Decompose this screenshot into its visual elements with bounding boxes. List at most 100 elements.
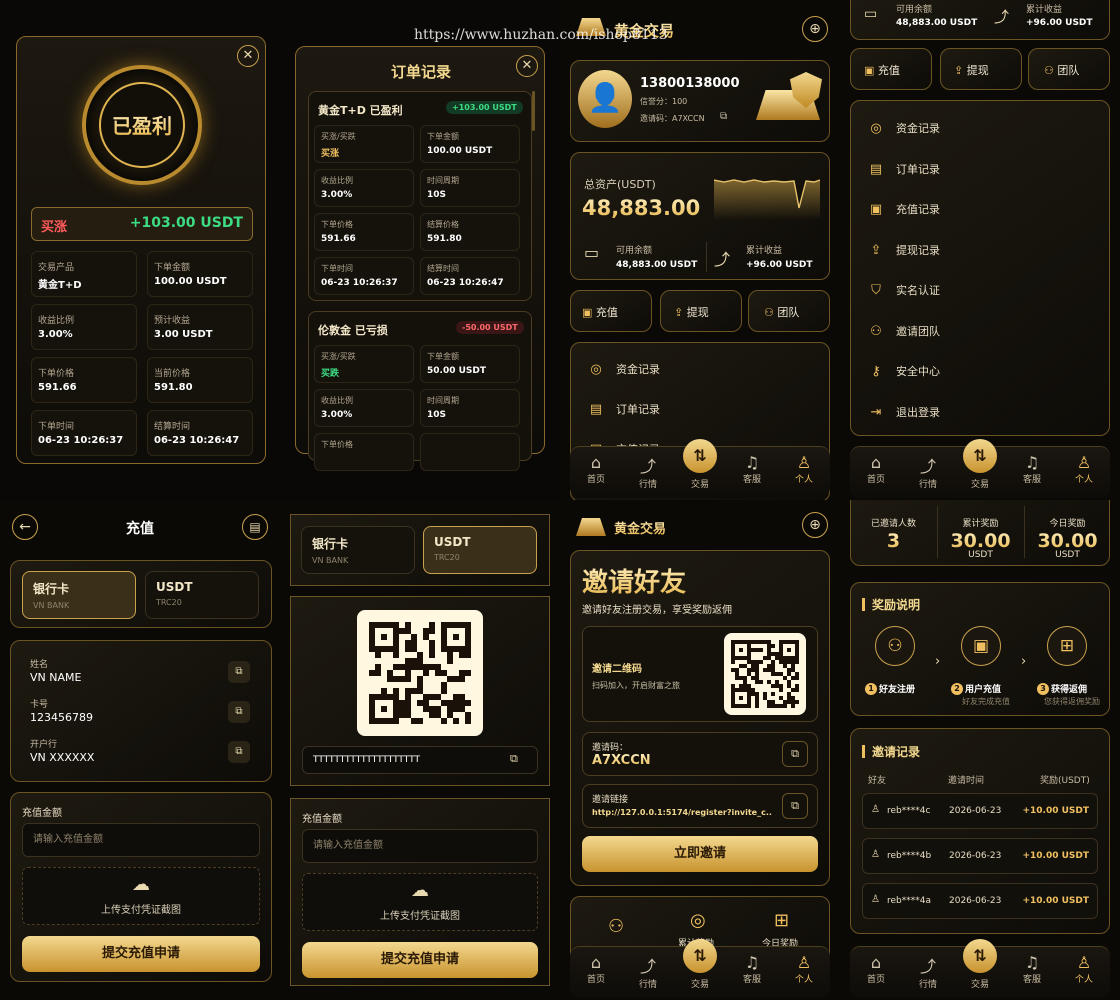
tab-service[interactable]: ♫ 客服 bbox=[732, 953, 772, 985]
copy-icon[interactable]: ⧉ bbox=[510, 752, 518, 766]
brand-logo bbox=[576, 518, 606, 536]
menu-item-2[interactable]: ▣ 充值记录 bbox=[866, 201, 940, 217]
headset-icon: ♫ bbox=[744, 953, 760, 972]
step-number: 3 bbox=[1037, 683, 1049, 695]
withdraw-label: ⇪ 提现 bbox=[954, 62, 989, 78]
gift-icon: ⊞ bbox=[1047, 626, 1087, 666]
tab-home[interactable]: ⌂ 首页 bbox=[576, 453, 616, 485]
cell-value: 50.00 USDT bbox=[427, 366, 487, 376]
tab-trade[interactable]: 交易 bbox=[960, 977, 1000, 990]
address-field[interactable]: TTTTTTTTTTTTTTTTTTTT bbox=[302, 746, 538, 774]
trade-swap-icon[interactable]: ⇅ bbox=[683, 439, 717, 473]
tab-profile[interactable]: ♙ 个人 bbox=[784, 453, 824, 485]
menu-fund-records[interactable]: ◎ 资金记录 bbox=[586, 361, 660, 377]
tab-home[interactable]: ⌂ 首页 bbox=[576, 953, 616, 985]
method-usdt[interactable]: USDT TRC20 bbox=[423, 526, 537, 574]
cell-value: 3.00% bbox=[321, 190, 353, 200]
tab-profile[interactable]: ♙ 个人 bbox=[784, 953, 824, 985]
amount-input[interactable]: 请输入充值金额 bbox=[302, 829, 538, 863]
order-cell: 下单金额 100.00 USDT bbox=[420, 125, 520, 163]
method-label: USDT bbox=[156, 580, 193, 594]
menu-item-7[interactable]: ⇥ 退出登录 bbox=[866, 404, 940, 420]
submit-button[interactable]: 提交充值申请 bbox=[302, 942, 538, 978]
clipboard-icon: ▤ bbox=[869, 161, 883, 177]
records-icon[interactable]: ▤ bbox=[242, 514, 268, 540]
users-icon: ⚇ bbox=[870, 323, 882, 339]
cell-value: 10S bbox=[427, 410, 447, 420]
cell-key: 交易产品 bbox=[38, 263, 75, 273]
scrollbar[interactable] bbox=[532, 91, 535, 131]
credit-score: 信誉分：100 bbox=[640, 97, 688, 106]
name-key: 姓名 bbox=[30, 660, 49, 670]
copy-icon[interactable]: ⧉ bbox=[782, 793, 808, 819]
copy-icon[interactable]: ⧉ bbox=[228, 741, 250, 763]
trade-swap-icon[interactable]: ⇅ bbox=[963, 439, 997, 473]
method-bank[interactable]: 银行卡 VN BANK bbox=[301, 526, 415, 574]
globe-icon[interactable]: ⊕ bbox=[802, 512, 828, 538]
invite-now-button[interactable]: 立即邀请 bbox=[582, 836, 818, 872]
order-cell: 结算时间 06-23 10:26:47 bbox=[420, 257, 520, 295]
tab-label: 首页 bbox=[586, 475, 605, 485]
menu-item-5[interactable]: ⚇ 邀请团队 bbox=[866, 323, 940, 339]
menu-label: 提现记录 bbox=[896, 243, 940, 257]
tab-trade[interactable]: 交易 bbox=[680, 977, 720, 990]
menu-label: 资金记录 bbox=[616, 363, 660, 376]
tab-market[interactable]: ⤴ 行情 bbox=[908, 453, 948, 490]
tab-market[interactable]: ⤴ 行情 bbox=[628, 453, 668, 490]
recharge-label: ▣ 充值 bbox=[864, 62, 900, 78]
order-cell: 买涨/买跌 买涨 bbox=[314, 125, 414, 163]
trade-swap-icon[interactable]: ⇅ bbox=[963, 939, 997, 973]
tab-profile[interactable]: ♙ 个人 bbox=[1064, 953, 1104, 985]
copy-icon[interactable]: ⧉ bbox=[228, 661, 250, 683]
method-usdt[interactable]: USDT TRC20 bbox=[145, 571, 259, 619]
cell-value: 591.66 bbox=[321, 234, 356, 244]
upload-area[interactable]: ☁ 上传支付凭证截图 bbox=[302, 873, 538, 931]
copy-icon[interactable]: ⧉ bbox=[782, 741, 808, 767]
tab-service[interactable]: ♫ 客服 bbox=[1012, 953, 1052, 985]
method-bank[interactable]: 银行卡 VN BANK bbox=[22, 571, 136, 619]
globe-icon[interactable]: ⊕ bbox=[802, 16, 828, 42]
amount-input[interactable]: 请输入充值金额 bbox=[22, 823, 260, 857]
user-icon: ♙ bbox=[796, 953, 812, 972]
tab-profile[interactable]: ♙ 个人 bbox=[1064, 453, 1104, 485]
total-assets-value: 48,883.00 bbox=[582, 196, 701, 220]
record-reward: +10.00 USDT bbox=[1022, 806, 1089, 816]
menu-item-1[interactable]: ▤ 订单记录 bbox=[866, 161, 940, 177]
copy-icon[interactable]: ⧉ bbox=[228, 701, 250, 723]
cell-value: 黄金T+D bbox=[38, 280, 82, 291]
section-marker bbox=[862, 745, 865, 758]
step-number: 1 bbox=[865, 683, 877, 695]
close-icon[interactable]: ✕ bbox=[516, 55, 538, 77]
recharge-label: ▣ 充值 bbox=[582, 304, 618, 320]
menu-item-0[interactable]: ◎ 资金记录 bbox=[866, 120, 940, 136]
order-1-name: 黄金T+D 已盈利 bbox=[318, 104, 403, 117]
record-reward: +10.00 USDT bbox=[1022, 851, 1089, 861]
menu-item-4[interactable]: ⛉ 实名认证 bbox=[866, 282, 940, 298]
tab-label: 行情 bbox=[918, 480, 937, 490]
tab-market[interactable]: ⤴ 行情 bbox=[908, 953, 948, 990]
menu-item-3[interactable]: ⇪ 提现记录 bbox=[866, 242, 940, 258]
submit-button[interactable]: 提交充值申请 bbox=[22, 936, 260, 972]
step-sub: 好友完成充值 bbox=[962, 697, 1010, 706]
tab-home[interactable]: ⌂ 首页 bbox=[856, 453, 896, 485]
tab-trade[interactable]: 交易 bbox=[960, 477, 1000, 490]
tab-market[interactable]: ⤴ 行情 bbox=[628, 953, 668, 990]
tab-label: 首页 bbox=[866, 475, 885, 485]
menu-order-records[interactable]: ▤ 订单记录 bbox=[586, 401, 660, 417]
income-label: 累计收益 bbox=[1026, 5, 1063, 15]
copy-icon[interactable]: ⧉ bbox=[720, 111, 727, 122]
close-icon[interactable]: ✕ bbox=[237, 45, 259, 67]
cell-key: 下单时间 bbox=[38, 422, 75, 432]
tab-home[interactable]: ⌂ 首页 bbox=[856, 953, 896, 985]
tab-service[interactable]: ♫ 客服 bbox=[1012, 453, 1052, 485]
tab-service[interactable]: ♫ 客服 bbox=[732, 453, 772, 485]
wallet-icon: ▣ bbox=[582, 306, 593, 319]
tab-label: 交易 bbox=[690, 980, 709, 990]
tab-trade[interactable]: 交易 bbox=[680, 477, 720, 490]
trade-swap-icon[interactable]: ⇅ bbox=[683, 939, 717, 973]
cell-key: 收益比例 bbox=[321, 396, 353, 405]
upload-area[interactable]: ☁ 上传支付凭证截图 bbox=[22, 867, 260, 925]
watermark: https://www.huzhan.com/ishop8113 bbox=[414, 27, 668, 43]
menu-item-6[interactable]: ⚷ 安全中心 bbox=[866, 363, 940, 379]
cell-value: 3.00% bbox=[321, 410, 353, 420]
